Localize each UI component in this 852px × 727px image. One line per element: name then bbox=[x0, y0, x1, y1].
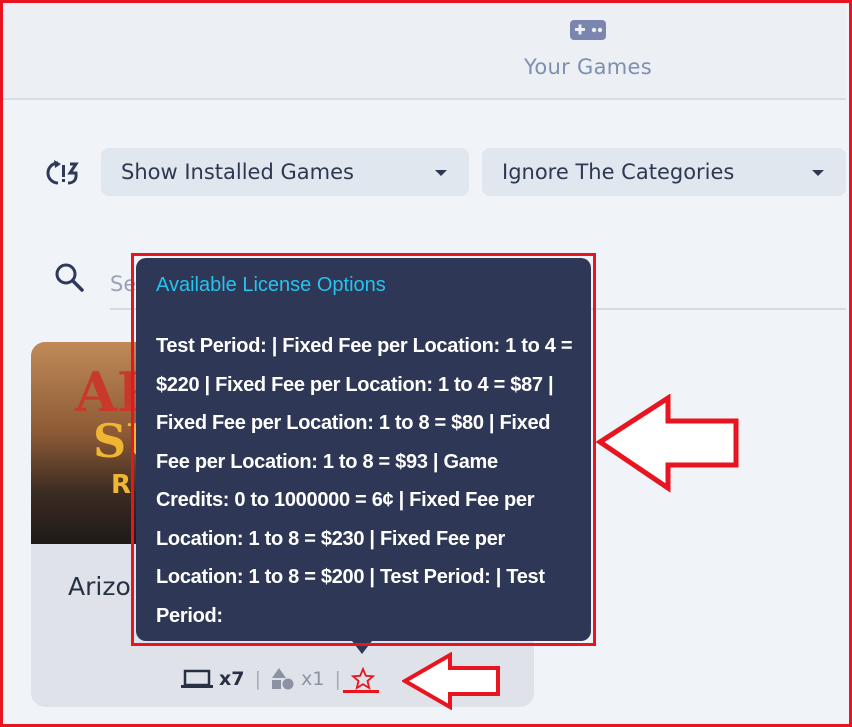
annotation-arrow-icon bbox=[596, 394, 739, 493]
annotation-arrow-icon bbox=[402, 652, 500, 710]
types-count: x1 bbox=[301, 667, 325, 690]
annotation-underline bbox=[343, 690, 379, 693]
tab-label: Your Games bbox=[524, 55, 652, 79]
laptop-icon bbox=[181, 669, 213, 688]
gamepad-icon bbox=[569, 19, 607, 45]
tab-bar: Your Games bbox=[3, 3, 846, 100]
game-badges: x7 | x1 | bbox=[181, 664, 375, 692]
refresh-icon[interactable] bbox=[46, 158, 82, 188]
annotation-box bbox=[131, 253, 596, 646]
star-outline-icon[interactable] bbox=[350, 666, 375, 691]
badge-divider: | bbox=[334, 667, 341, 690]
dropdown-value: Ignore The Categories bbox=[502, 160, 735, 184]
cover-logo-text: R bbox=[111, 470, 132, 500]
locations-count: x7 bbox=[219, 667, 245, 690]
dropdown-value: Show Installed Games bbox=[121, 160, 354, 184]
game-title: Arizo bbox=[68, 572, 131, 601]
shapes-icon bbox=[272, 667, 294, 689]
tab-your-games[interactable]: Your Games bbox=[503, 3, 673, 98]
chevron-down-icon bbox=[812, 170, 824, 176]
search-icon bbox=[54, 262, 86, 298]
badge-divider: | bbox=[254, 667, 261, 690]
categories-dropdown[interactable]: Ignore The Categories bbox=[482, 148, 846, 196]
chevron-down-icon bbox=[435, 170, 447, 176]
installed-games-dropdown[interactable]: Show Installed Games bbox=[101, 148, 469, 196]
